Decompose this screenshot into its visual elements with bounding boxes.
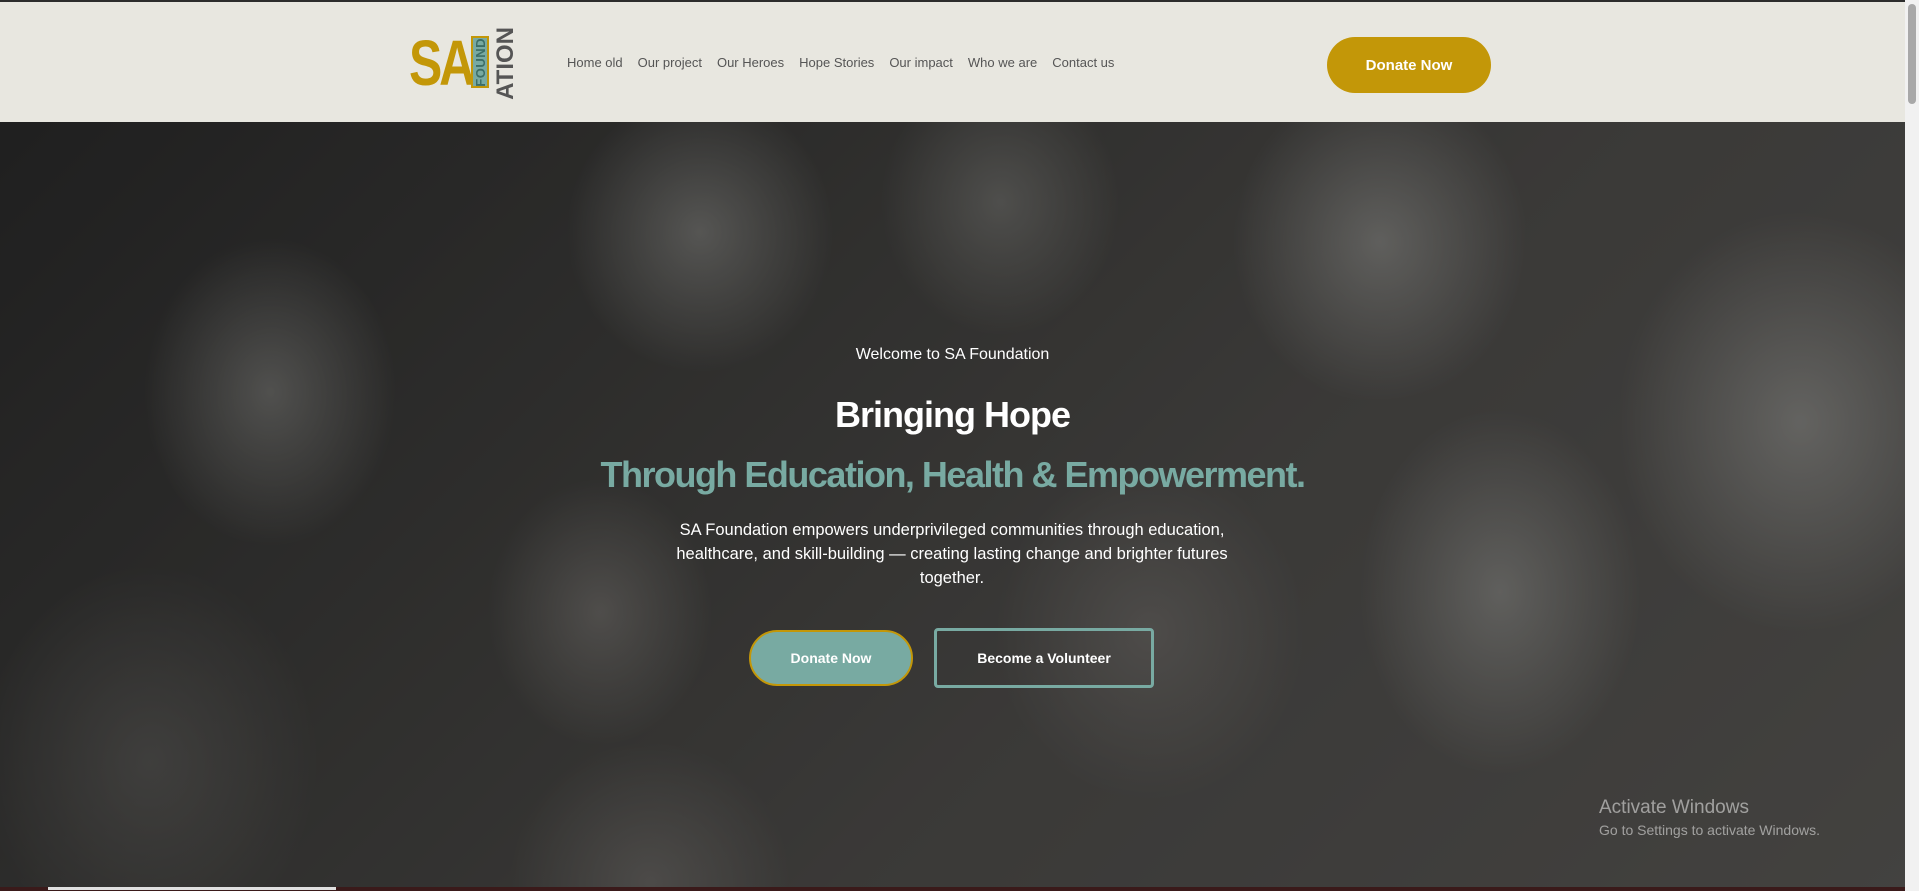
nav-item-home-old[interactable]: Home old [567,55,623,70]
logo-sa-text: SA [409,27,475,99]
page-scrollbar[interactable] [1905,0,1919,891]
hero-section: Welcome to SA Foundation Bringing Hope T… [0,122,1905,891]
watermark-subtitle: Go to Settings to activate Windows. [1599,822,1820,838]
page: SA FOUND ATION Home old Our project Our … [0,0,1919,891]
logo-ation-text: ATION [492,26,519,100]
nav-item-who-we-are[interactable]: Who we are [968,55,1037,70]
hero-welcome-text: Welcome to SA Foundation [855,346,1050,363]
nav-item-our-project[interactable]: Our project [638,55,702,70]
header-donate-button[interactable]: Donate Now [1327,37,1491,93]
hero-content: Welcome to SA Foundation Bringing Hope T… [0,122,1905,891]
logo-found-text: FOUND [472,37,488,87]
windows-activation-watermark: Activate Windows Go to Settings to activ… [1599,796,1820,840]
nav-item-our-heroes[interactable]: Our Heroes [717,55,784,70]
nav-item-hope-stories[interactable]: Hope Stories [799,55,874,70]
hero-donate-button[interactable]: Donate Now [749,630,913,686]
scrollbar-thumb[interactable] [1908,4,1916,104]
watermark-title: Activate Windows [1599,797,1749,818]
logo[interactable]: SA FOUND ATION [409,27,521,100]
hero-volunteer-button[interactable]: Become a Volunteer [934,628,1154,688]
logo-ation: ATION [492,27,520,100]
bottom-progress-indicator [48,887,336,890]
hero-description: SA Foundation empowers underprivileged c… [676,521,1228,587]
hero-subheadline: Through Education, Health & Empowerment. [600,454,1306,495]
logo-found-box: FOUND [471,36,489,88]
hero-headline: Bringing Hope [835,394,1071,435]
nav-item-our-impact[interactable]: Our impact [889,55,953,70]
site-header: SA FOUND ATION Home old Our project Our … [0,0,1905,122]
main-nav: Home old Our project Our Heroes Hope Sto… [567,55,1129,70]
nav-item-contact-us[interactable]: Contact us [1052,55,1114,70]
